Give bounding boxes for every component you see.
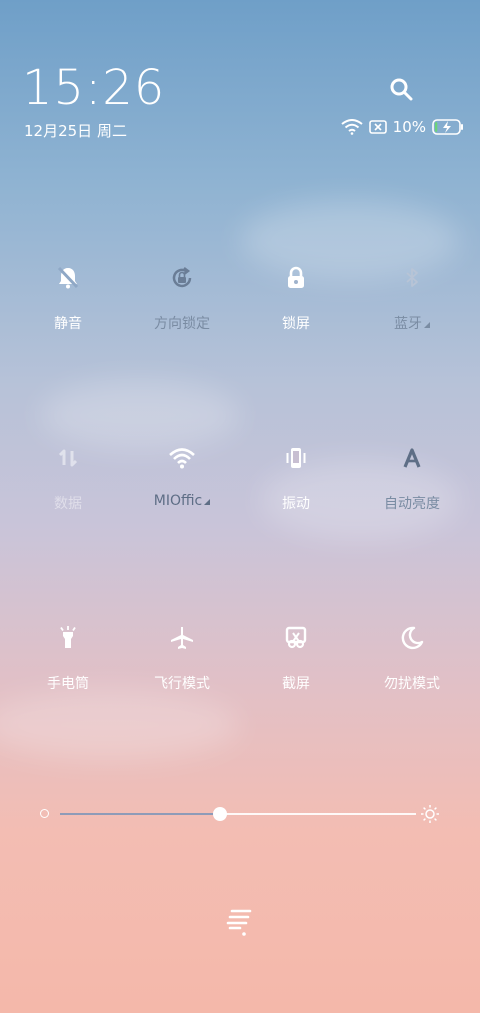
mute-bell-icon	[57, 266, 79, 289]
tile-flashlight[interactable]: 手电筒	[8, 625, 128, 715]
brightness-low-icon	[40, 809, 49, 818]
vibrate-icon	[286, 448, 306, 468]
wifi-signal-icon	[341, 119, 363, 135]
tile-label: 振动	[282, 496, 310, 512]
tile-label: 蓝牙	[352, 313, 472, 333]
tile-bluetooth[interactable]: 蓝牙	[352, 265, 472, 355]
tile-do-not-disturb[interactable]: 勿扰模式	[352, 625, 472, 715]
wifi-icon	[169, 448, 195, 469]
lock-icon	[288, 266, 304, 288]
panel-edit-handle[interactable]	[226, 906, 254, 938]
slider-thumb[interactable]	[213, 807, 228, 821]
tile-label: 静音	[54, 316, 82, 332]
brightness-high-icon	[421, 805, 439, 823]
cloud-decor	[40, 380, 240, 450]
tile-vibrate[interactable]: 振动	[236, 445, 356, 535]
airplane-icon	[171, 627, 193, 649]
tile-label: 截屏	[282, 676, 310, 692]
tile-label: 自动亮度	[384, 496, 440, 512]
tile-rotation-lock[interactable]: 方向锁定	[122, 265, 242, 355]
rotation-lock-icon	[172, 267, 192, 288]
tile-label: 方向锁定	[154, 316, 210, 332]
auto-brightness-icon	[403, 448, 421, 468]
slider-fill	[60, 813, 221, 815]
tile-silent[interactable]: 静音	[8, 265, 128, 355]
tile-airplane-mode[interactable]: 飞行模式	[122, 625, 242, 715]
tile-wifi[interactable]: MIOffic	[122, 445, 242, 535]
tile-label: 数据	[54, 496, 82, 512]
search-button[interactable]	[388, 76, 416, 104]
menu-lines-icon	[226, 909, 252, 936]
moon-icon	[401, 626, 424, 650]
tile-label: 锁屏	[282, 316, 310, 332]
mobile-data-icon	[58, 449, 78, 467]
tile-label: 飞行模式	[154, 676, 210, 692]
screenshot-icon	[285, 626, 307, 649]
search-icon	[390, 78, 413, 101]
tile-screenshot[interactable]: 截屏	[236, 625, 356, 715]
tile-mobile-data[interactable]: 数据	[8, 445, 128, 535]
battery-percent: 10%	[392, 118, 426, 136]
clock-time[interactable]: 15:26	[22, 60, 165, 116]
bluetooth-icon	[406, 268, 418, 287]
clock-date[interactable]: 12月25日 周二	[24, 120, 127, 141]
tile-label: 手电筒	[47, 676, 89, 692]
tile-label: MIOffic	[122, 493, 242, 509]
no-sim-icon	[368, 120, 387, 134]
status-bar: 10%	[341, 118, 464, 136]
tile-lock-screen[interactable]: 锁屏	[236, 265, 356, 355]
flashlight-icon	[60, 626, 76, 648]
tile-auto-brightness[interactable]: 自动亮度	[352, 445, 472, 535]
battery-charging-icon	[432, 119, 463, 135]
expand-corner-icon	[424, 322, 430, 328]
brightness-slider[interactable]	[40, 804, 440, 824]
expand-corner-icon	[204, 499, 211, 505]
tile-label: 勿扰模式	[384, 676, 440, 692]
